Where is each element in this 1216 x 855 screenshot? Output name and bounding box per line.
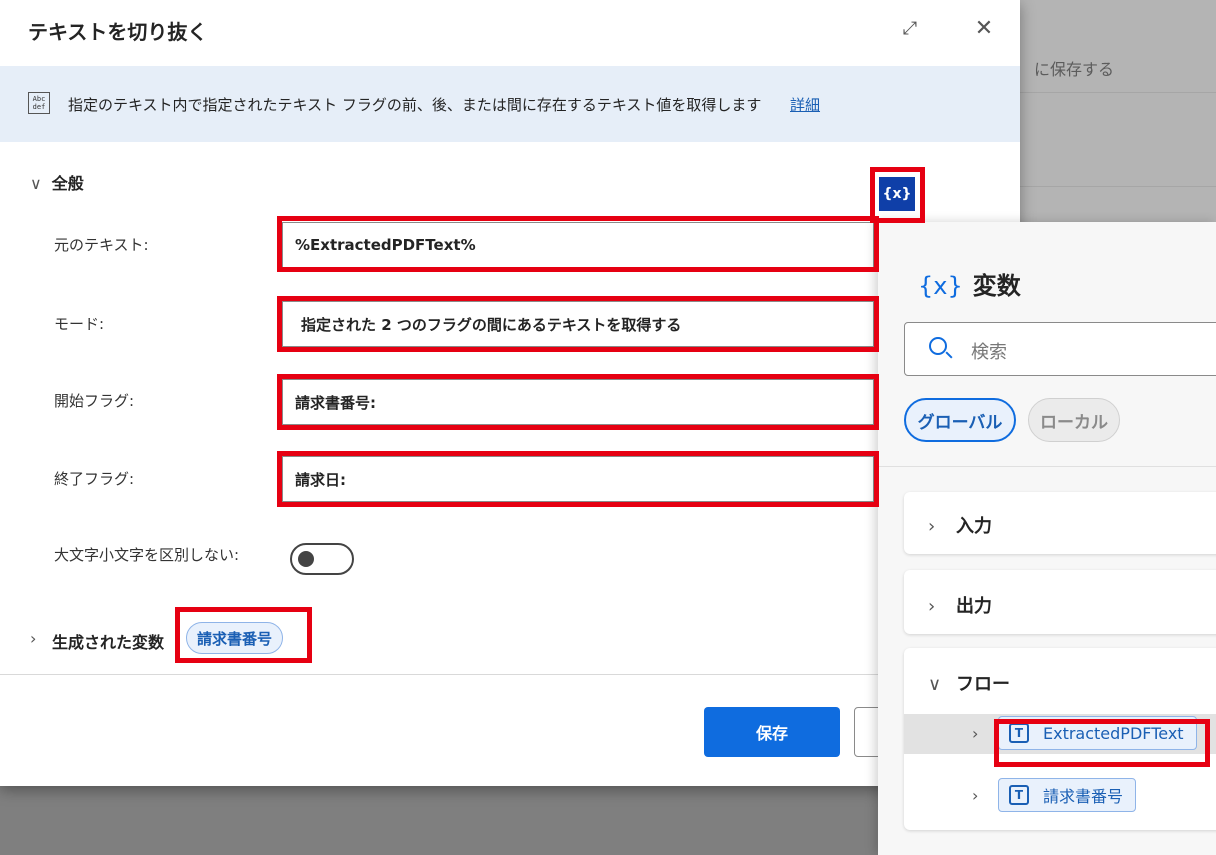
close-icon[interactable]: ✕	[970, 14, 998, 42]
section-general[interactable]: ∨ 全般	[30, 170, 84, 194]
highlight-source-text	[277, 216, 879, 272]
search-placeholder: 検索	[971, 342, 1007, 363]
start-flag-label: 開始フラグ:	[54, 392, 135, 410]
section-general-label: 全般	[51, 174, 84, 193]
panel-title: {x} 変数	[918, 266, 1021, 301]
chevron-right-icon: ›	[928, 516, 936, 537]
text-action-icon: Abc def	[28, 92, 50, 114]
search-input[interactable]: 検索	[904, 322, 1216, 376]
mode-label: モード:	[54, 315, 105, 333]
chevron-right-icon[interactable]: ›	[972, 724, 978, 743]
panel-divider	[878, 466, 1216, 467]
tab-global[interactable]: グローバル	[904, 398, 1016, 442]
background-divider	[1020, 186, 1216, 187]
highlight-variable-button	[870, 167, 925, 223]
variable-chip[interactable]: T 請求書番号	[998, 778, 1137, 812]
group-input[interactable]: › 入力	[904, 492, 1216, 554]
generated-variables-label[interactable]: 生成された変数	[52, 629, 164, 653]
dialog-title: テキストを切り抜く	[28, 20, 208, 44]
chevron-down-icon: ∨	[30, 174, 42, 193]
highlight-generated-variable	[175, 607, 312, 663]
variable-name: 請求書番号	[1043, 787, 1124, 806]
highlight-mode	[277, 296, 879, 352]
background-text: に保存する	[1034, 60, 1115, 79]
footer-divider	[0, 674, 1020, 675]
tab-local[interactable]: ローカル	[1028, 398, 1120, 442]
ignore-case-toggle[interactable]	[290, 543, 354, 575]
chevron-right-icon[interactable]: ›	[30, 629, 36, 648]
end-flag-label: 終了フラグ:	[54, 470, 135, 488]
flow-variable-row[interactable]: › T 請求書番号	[904, 776, 1216, 816]
chevron-right-icon[interactable]: ›	[972, 786, 978, 805]
highlight-start-flag	[277, 374, 879, 430]
toggle-knob	[298, 551, 314, 567]
group-output[interactable]: › 出力	[904, 570, 1216, 634]
details-link[interactable]: 詳細	[790, 94, 820, 115]
highlight-flow-variable	[994, 719, 1210, 767]
ignore-case-label: 大文字小文字を区別しない:	[54, 546, 240, 564]
expand-icon[interactable]: ⤢	[896, 14, 924, 42]
background-bottom	[0, 786, 880, 855]
group-output-header: › 出力	[928, 592, 992, 618]
group-input-header: › 入力	[928, 512, 992, 538]
group-flow-label: フロー	[956, 674, 1010, 695]
text-type-icon: T	[1009, 785, 1029, 805]
group-input-label: 入力	[956, 516, 992, 537]
source-text-label: 元のテキスト:	[54, 236, 149, 254]
background-divider	[1020, 92, 1216, 93]
chevron-right-icon: ›	[928, 596, 936, 617]
save-button[interactable]: 保存	[704, 707, 840, 757]
panel-title-text: 変数	[972, 272, 1021, 300]
info-description: 指定のテキスト内で指定されたテキスト フラグの前、後、または間に存在するテキスト…	[68, 96, 762, 114]
variable-icon: {x}	[918, 272, 963, 300]
chevron-down-icon: ∨	[928, 674, 942, 695]
search-icon	[929, 337, 947, 355]
group-output-label: 出力	[956, 596, 992, 617]
highlight-end-flag	[277, 451, 879, 507]
group-flow-header[interactable]: ∨ フロー	[928, 670, 1010, 696]
